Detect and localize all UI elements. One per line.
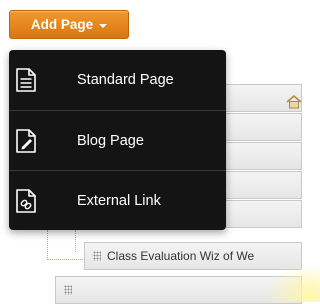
tree-connector bbox=[47, 230, 48, 260]
document-lines-icon bbox=[16, 68, 36, 92]
drag-handle-icon[interactable] bbox=[93, 251, 101, 261]
tree-row-label: Class Evaluation Wiz of We bbox=[107, 249, 255, 263]
menu-item-blog-page[interactable]: Blog Page bbox=[9, 110, 226, 170]
highlight-glow bbox=[262, 262, 320, 302]
menu-item-external-link[interactable]: External Link bbox=[9, 170, 226, 230]
drag-handle-icon[interactable] bbox=[64, 285, 72, 295]
home-icon[interactable] bbox=[286, 95, 302, 109]
tree-connector bbox=[47, 259, 83, 260]
add-page-label: Add Page bbox=[30, 17, 94, 32]
menu-item-label: Standard Page bbox=[77, 72, 174, 88]
menu-item-label: External Link bbox=[77, 192, 161, 209]
add-page-menu: Standard Page Blog Page External Link bbox=[9, 50, 226, 230]
document-link-icon bbox=[16, 188, 36, 213]
menu-item-standard-page[interactable]: Standard Page bbox=[9, 50, 226, 110]
add-page-button[interactable]: Add Page bbox=[9, 10, 129, 39]
menu-item-label: Blog Page bbox=[77, 132, 144, 149]
document-pencil-icon bbox=[16, 128, 36, 153]
tree-connector bbox=[75, 230, 76, 252]
caret-down-icon bbox=[99, 23, 108, 28]
